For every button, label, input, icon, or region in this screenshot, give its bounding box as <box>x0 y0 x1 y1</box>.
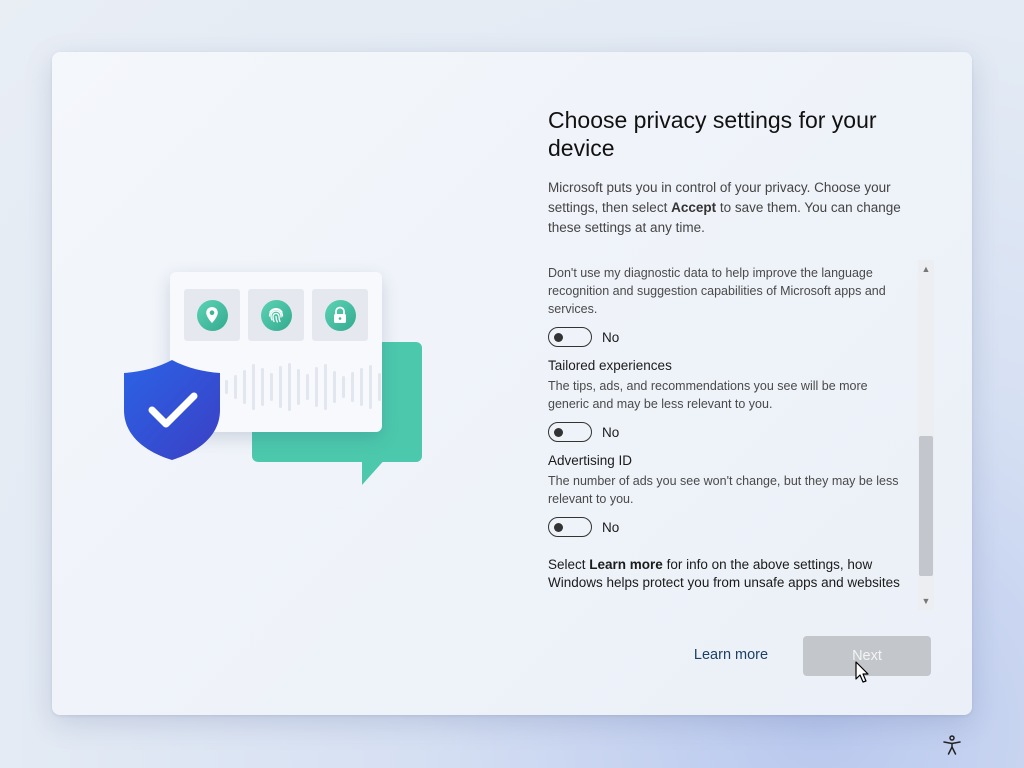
mouse-cursor-icon <box>855 661 869 683</box>
chat-bubble-tail <box>362 457 387 485</box>
setting-advertising-id: Advertising ID The number of ads you see… <box>548 453 904 538</box>
toggle-state-label: No <box>602 424 620 440</box>
scroll-down-arrow-icon[interactable]: ▼ <box>918 594 934 608</box>
location-tile <box>184 289 240 341</box>
setting-description: Don't use my diagnostic data to help imp… <box>548 266 886 316</box>
vertical-scrollbar[interactable]: ▲ ▼ <box>918 260 934 610</box>
fingerprint-icon <box>260 299 292 331</box>
voice-waveform <box>225 362 381 412</box>
setting-tailored-experiences: Tailored experiences The tips, ads, and … <box>548 358 904 443</box>
setting-description: The tips, ads, and recommendations you s… <box>548 379 868 411</box>
toggle-state-label: No <box>602 329 620 345</box>
inking-typing-toggle[interactable] <box>548 327 592 347</box>
settings-scroll-area[interactable]: Don't use my diagnostic data to help imp… <box>548 264 904 609</box>
advertising-id-toggle[interactable] <box>548 517 592 537</box>
learn-more-info-text: Select Learn more for info on the above … <box>548 557 900 590</box>
learn-more-button[interactable]: Learn more <box>676 647 786 669</box>
setting-description: The number of ads you see won't change, … <box>548 474 899 506</box>
lock-tile <box>312 289 368 341</box>
tailored-experiences-toggle[interactable] <box>548 422 592 442</box>
scroll-up-arrow-icon[interactable]: ▲ <box>918 262 934 276</box>
toggle-state-label: No <box>602 519 620 535</box>
toggle-row: No <box>548 516 904 538</box>
privacy-illustration <box>122 272 432 492</box>
intro-text: Microsoft puts you in control of your pr… <box>548 180 901 235</box>
toggle-row: No <box>548 421 904 443</box>
fingerprint-tile <box>248 289 304 341</box>
scrollbar-thumb[interactable] <box>919 436 933 576</box>
page-title: Choose privacy settings for your device <box>548 107 877 161</box>
setup-card: Choose privacy settings for your device … <box>52 52 972 715</box>
lock-icon <box>324 299 356 331</box>
accessibility-icon[interactable] <box>941 734 963 756</box>
shield-check-icon <box>124 360 220 460</box>
setting-title: Tailored experiences <box>548 358 672 373</box>
location-pin-icon <box>196 299 228 331</box>
setting-inking-typing: Don't use my diagnostic data to help imp… <box>548 264 904 348</box>
setting-title: Advertising ID <box>548 453 633 468</box>
toggle-row: No <box>548 326 904 348</box>
